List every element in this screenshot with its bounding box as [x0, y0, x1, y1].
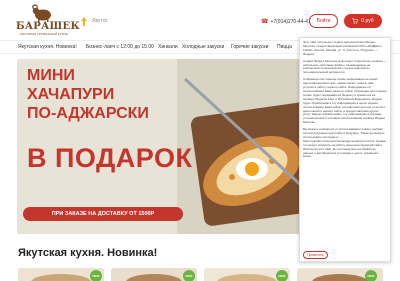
cookie-paragraph: Этот сайт использует сервис веб-аналитик…: [303, 40, 383, 56]
banner-delivery-strip: ПРИ ЗАКАЗЕ НА ДОСТАВКУ ОТ 1500Р: [23, 207, 183, 221]
nav-item-pizza[interactable]: Пицца: [277, 44, 292, 50]
nav-item-khinkali[interactable]: Хинкали: [158, 44, 178, 50]
city-selector[interactable]: Якутск: [80, 16, 107, 26]
cookie-notice: Этот сайт использует сервис веб-аналитик…: [299, 37, 391, 262]
product-card[interactable]: NEW: [204, 268, 290, 281]
ram-logo-icon: [32, 4, 51, 22]
phone-icon: ☎: [261, 19, 269, 25]
location-pin-icon: [81, 16, 87, 26]
cart-icon: [352, 18, 359, 24]
nav-item-business-lunch[interactable]: Бизнес-ланч с 12:00 до 15:00: [86, 44, 154, 50]
product-card[interactable]: NEW: [297, 268, 383, 281]
login-button[interactable]: Войти: [309, 14, 338, 28]
new-badge: NEW: [276, 270, 288, 281]
logo-text: БАРАШЕК: [16, 21, 80, 32]
logo[interactable]: БАРАШЕК РЕСТОРАН ГРУЗИНСКОЙ КУХНИ: [16, 4, 80, 37]
new-badge: NEW: [183, 270, 195, 281]
nav-item-yakut[interactable]: Якутская кухня. Новинка!: [18, 44, 77, 50]
cookie-accept-button[interactable]: Применить: [303, 251, 328, 259]
site-header: БАРАШЕК РЕСТОРАН ГРУЗИНСКОЙ КУХНИ Якутск…: [0, 0, 400, 40]
nav-item-cold-snacks[interactable]: Холодные закуски: [182, 44, 224, 50]
nav-item-hot-snacks[interactable]: Горячие закуски: [231, 44, 268, 50]
phone-number: +7(914)270-44-47: [270, 18, 311, 25]
cookie-paragraph: Вы можете отказаться от использования co…: [303, 127, 387, 159]
phone-link[interactable]: ☎ +7(914)270-44-47: [261, 18, 311, 26]
cookie-paragraph: Собранная при помощи cookie информация н…: [303, 77, 387, 125]
product-card[interactable]: NEW: [111, 268, 197, 281]
city-label: Якутск: [92, 18, 108, 24]
section-title: Якутская кухня. Новинка!: [18, 247, 158, 259]
cart-total: 0 руб: [361, 18, 374, 24]
new-badge: NEW: [365, 270, 377, 281]
cart-button[interactable]: 0 руб: [344, 14, 382, 28]
cookie-paragraph: Сервис Яндекс Метрика использует техноло…: [303, 58, 387, 75]
banner-line-1: МИНИ: [27, 67, 75, 84]
product-card[interactable]: NEW: [18, 268, 104, 281]
new-badge: NEW: [90, 270, 102, 281]
logo-subtext: РЕСТОРАН ГРУЗИНСКОЙ КУХНИ: [20, 32, 68, 36]
banner-line-2: ХАЧАПУРИ: [27, 86, 115, 103]
banner-line-3: ПО-АДЖАРСКИ: [27, 105, 149, 122]
banner-promo: В ПОДАРОК: [27, 143, 193, 173]
